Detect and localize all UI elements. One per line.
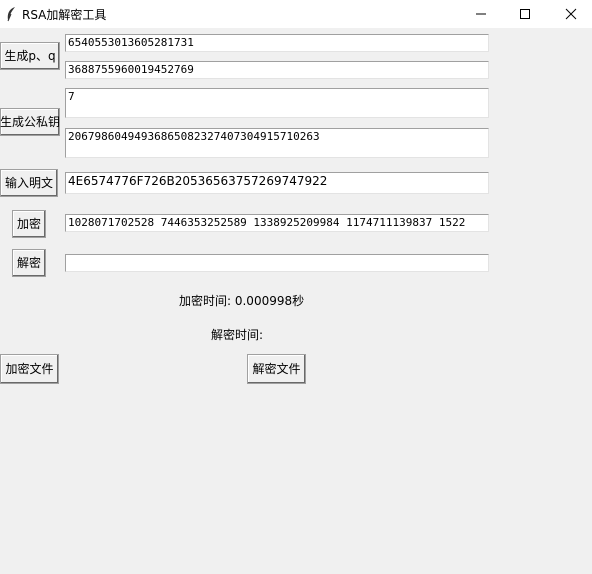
decrypt-button[interactable]: 解密 — [12, 249, 46, 277]
minimize-icon — [476, 13, 486, 15]
feather-icon — [5, 6, 17, 22]
q-field[interactable]: 3688755960019452769 — [65, 61, 489, 79]
maximize-button[interactable] — [502, 0, 548, 28]
decrypt-time-label: 解密时间: — [211, 328, 264, 342]
encrypt-button[interactable]: 加密 — [12, 210, 46, 238]
title-bar: RSA加解密工具 — [0, 0, 592, 28]
public-key-e-field[interactable]: 7 — [65, 88, 489, 118]
close-button[interactable] — [548, 0, 592, 28]
minimize-button[interactable] — [458, 0, 504, 28]
window-title: RSA加解密工具 — [22, 8, 107, 22]
close-icon — [565, 8, 577, 20]
maximize-icon — [520, 9, 530, 19]
encrypt-file-button[interactable]: 加密文件 — [0, 354, 59, 384]
ciphertext-field[interactable]: 1028071702528 7446353252589 133892520998… — [65, 214, 489, 232]
decrypt-file-button[interactable]: 解密文件 — [247, 354, 306, 384]
decrypted-field[interactable] — [65, 254, 489, 272]
generate-keys-button[interactable]: 生成公私钥 — [0, 108, 60, 136]
p-field[interactable]: 6540553013605281731 — [65, 34, 489, 52]
plaintext-field[interactable]: 4E6574776F726B20536563757269747922 — [65, 172, 489, 194]
private-key-d-field[interactable]: 20679860494936865082327407304915710263 — [65, 128, 489, 158]
encrypt-time-label: 加密时间: 0.000998秒 — [179, 294, 305, 308]
input-plaintext-button[interactable]: 输入明文 — [0, 169, 58, 197]
generate-pq-button[interactable]: 生成p、q — [0, 42, 60, 70]
